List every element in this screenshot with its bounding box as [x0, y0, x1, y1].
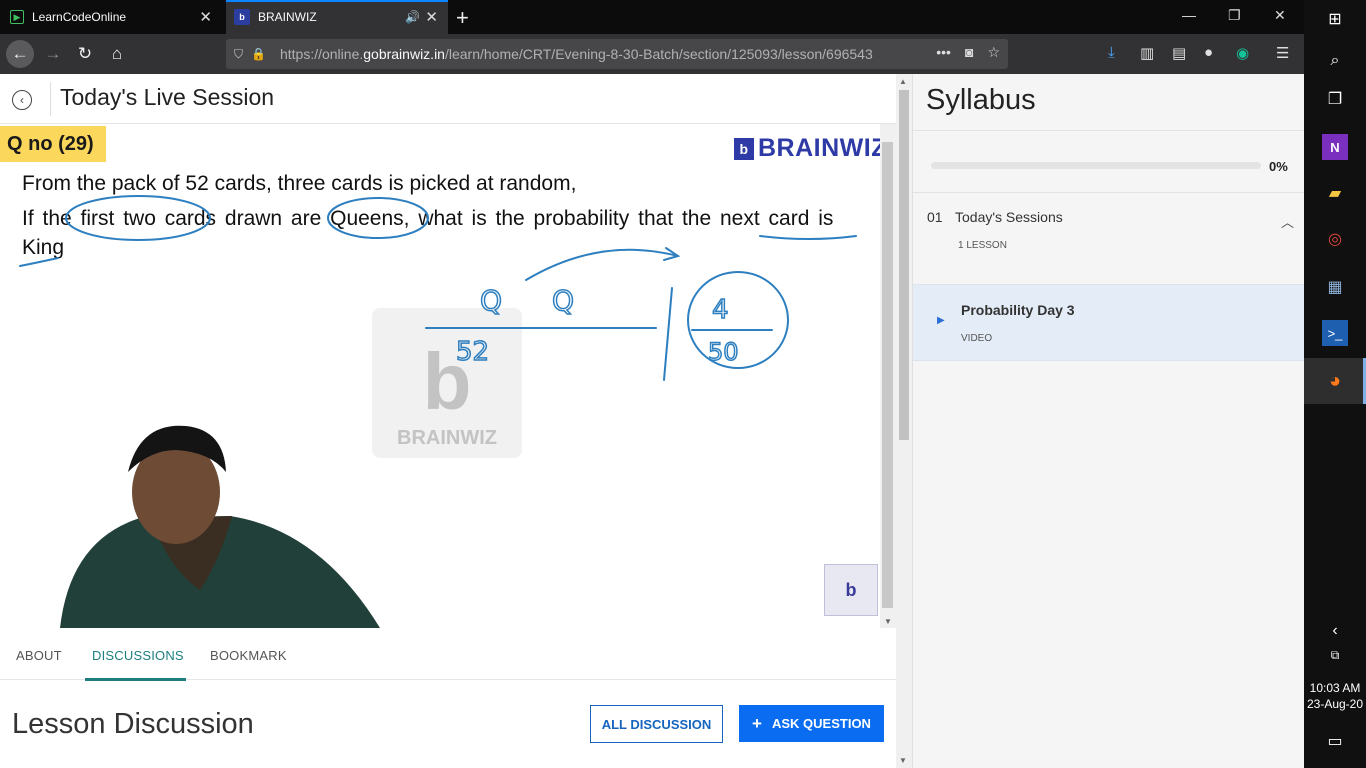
window-close-icon[interactable]: ✕: [1274, 7, 1286, 24]
media-player-icon[interactable]: ◎: [1322, 226, 1348, 252]
notifications-icon[interactable]: ▭: [1322, 728, 1348, 754]
header-divider: [50, 82, 51, 116]
bookmark-star-icon[interactable]: ☆: [987, 44, 1000, 61]
speaker-icon[interactable]: 🔊: [405, 10, 420, 24]
brainwiz-favicon-icon: b: [234, 9, 250, 25]
syllabus-panel: Syllabus 0% 01 Today's Sessions 1 LESSON…: [912, 74, 1305, 768]
video-scrollbar-thumb[interactable]: [882, 142, 893, 608]
section-lesson-count: 1 LESSON: [958, 240, 1007, 251]
lock-icon[interactable]: 🔒: [251, 47, 266, 61]
url-text[interactable]: https://online.gobrainwiz.in/learn/home/…: [280, 46, 873, 62]
firefox-icon[interactable]: ◕: [1322, 368, 1348, 394]
lesson-discussion-title: Lesson Discussion: [12, 708, 254, 740]
calculator-icon[interactable]: ▦: [1322, 274, 1348, 300]
forward-arrow-icon[interactable]: →: [40, 41, 66, 67]
search-icon[interactable]: ⌕: [1322, 48, 1348, 74]
new-tab-plus-icon[interactable]: +: [456, 5, 469, 31]
brainwiz-corner-logo: b: [824, 564, 878, 616]
shield-icon[interactable]: ⛉: [234, 47, 243, 62]
tab-title: BRAINWIZ: [258, 10, 317, 24]
home-icon[interactable]: ⌂: [104, 41, 130, 67]
section-name: Today's Sessions: [955, 209, 1063, 225]
lesson-type: VIDEO: [961, 333, 993, 344]
library-icon[interactable]: ▥: [1140, 44, 1154, 62]
grammarly-icon[interactable]: ◉: [1236, 44, 1249, 62]
scroll-up-arrow-icon[interactable]: ▲: [899, 77, 907, 86]
course-progress-bar: [931, 162, 1261, 169]
all-discussion-button[interactable]: ALL DISCUSSION: [590, 705, 723, 743]
svg-text:4: 4: [712, 295, 729, 325]
play-icon: ▶: [937, 315, 945, 326]
learncodeonline-favicon-icon: ▶: [10, 10, 24, 24]
lesson-name: Probability Day 3: [961, 302, 1075, 318]
page-actions-icon[interactable]: •••: [936, 44, 951, 61]
close-tab-icon[interactable]: ✕: [199, 8, 212, 26]
browser-tab-learncodeonline[interactable]: ▶ LearnCodeOnline ✕: [0, 0, 222, 34]
page-scrollbar-thumb[interactable]: [899, 90, 909, 440]
restore-icon[interactable]: ❐: [1228, 7, 1241, 24]
svg-text:50: 50: [708, 338, 739, 366]
clock-time: 10:03 AM: [1309, 681, 1361, 695]
scroll-down-arrow-icon[interactable]: ▼: [899, 756, 907, 765]
network-icon[interactable]: ⧉: [1322, 642, 1348, 668]
section-number: 01: [927, 209, 943, 225]
plus-icon: +: [752, 713, 762, 733]
tab-discussions[interactable]: DISCUSSIONS: [92, 648, 184, 663]
pocket-icon[interactable]: ◙: [965, 44, 973, 61]
lesson-page: ‹ Today's Live Session Q no (29) b BRAIN…: [0, 74, 912, 768]
windows-taskbar: ⊞ ⌕ ❐ N ▰ ◎ ▦ >_ ◕ ‹ ⧉ 10:03 AM 23-Aug-2…: [1304, 0, 1366, 768]
svg-text:52: 52: [456, 337, 489, 367]
ask-question-button[interactable]: + ASK QUESTION: [739, 705, 884, 742]
tab-title: LearnCodeOnline: [32, 10, 127, 24]
video-scrollbar[interactable]: ▼: [880, 124, 896, 628]
close-tab-icon[interactable]: ✕: [425, 8, 438, 26]
powershell-icon[interactable]: >_: [1322, 320, 1348, 346]
chevron-left-icon[interactable]: ‹: [1322, 618, 1348, 644]
tab-bookmark[interactable]: BOOKMARK: [210, 648, 287, 663]
divider: [913, 130, 1305, 131]
browser-tab-bar: ▶ LearnCodeOnline ✕ b BRAINWIZ 🔊 ✕ + — ❐…: [0, 0, 1304, 34]
minimize-icon[interactable]: —: [1182, 7, 1196, 23]
back-arrow-icon[interactable]: ←: [6, 40, 34, 68]
syllabus-title: Syllabus: [926, 84, 1036, 116]
task-view-icon[interactable]: ❐: [1322, 86, 1348, 112]
lesson-tabs: ABOUT DISCUSSIONS BOOKMARK: [0, 628, 896, 681]
active-tab-underline: [85, 678, 186, 681]
progress-percent: 0%: [1269, 159, 1288, 174]
back-circle-icon[interactable]: ‹: [12, 90, 32, 110]
page-title: Today's Live Session: [60, 84, 275, 110]
svg-text:Q: Q: [480, 284, 502, 317]
account-icon[interactable]: ●: [1204, 44, 1213, 61]
ask-question-label: ASK QUESTION: [771, 716, 871, 731]
page-scrollbar[interactable]: ▲ ▼: [896, 74, 912, 768]
video-player[interactable]: Q no (29) b BRAINWIZ From the pack of 52…: [0, 124, 880, 628]
lesson-item[interactable]: ▶ Probability Day 3 VIDEO: [913, 284, 1305, 361]
browser-tab-brainwiz[interactable]: b BRAINWIZ 🔊 ✕: [226, 0, 448, 34]
browser-nav-bar: ← → ↻ ⌂ ⛉ 🔒 https://online.gobrainwiz.in…: [0, 34, 1304, 74]
windows-start-icon[interactable]: ⊞: [1322, 6, 1348, 32]
reload-icon[interactable]: ↻: [72, 41, 98, 67]
scroll-down-arrow-icon[interactable]: ▼: [884, 617, 892, 626]
presenter-video: [60, 425, 380, 628]
address-bar[interactable]: ⛉ 🔒 https://online.gobrainwiz.in/learn/h…: [226, 39, 1008, 69]
svg-text:Q: Q: [552, 284, 574, 317]
sidebar-icon[interactable]: ▤: [1172, 44, 1186, 62]
system-clock[interactable]: 10:03 AM 23-Aug-20: [1304, 680, 1366, 712]
file-explorer-icon[interactable]: ▰: [1322, 180, 1348, 206]
downloads-icon[interactable]: ⤓: [1108, 44, 1115, 61]
onenote-icon[interactable]: N: [1322, 134, 1348, 160]
chevron-up-icon[interactable]: ︿: [1281, 212, 1294, 231]
tab-about[interactable]: ABOUT: [16, 648, 62, 663]
menu-hamburger-icon[interactable]: ☰: [1276, 44, 1289, 62]
clock-date: 23-Aug-20: [1306, 697, 1364, 711]
divider: [913, 192, 1305, 193]
page-header: ‹ Today's Live Session: [0, 74, 896, 124]
